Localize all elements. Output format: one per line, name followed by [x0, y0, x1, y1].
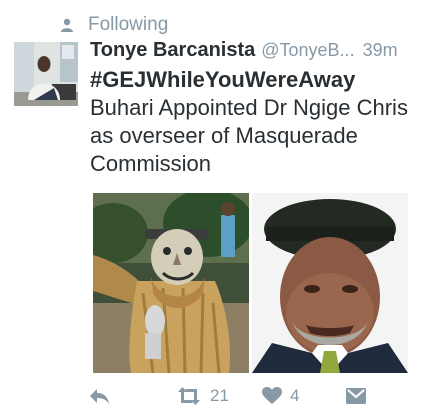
retweet-button[interactable]: 21 — [176, 382, 229, 410]
person-icon — [61, 18, 73, 32]
tweet-media[interactable] — [93, 193, 409, 373]
message-button[interactable] — [346, 382, 366, 410]
heart-icon — [262, 387, 282, 404]
tweet-text: #GEJWhileYouWereAway Buhari Appointed Dr… — [90, 66, 415, 178]
tweet-header: Tonye Barcanista @TonyeB... 39m — [90, 39, 418, 62]
social-context: Following — [60, 12, 168, 38]
following-label: Following — [88, 14, 169, 35]
timestamp[interactable]: 39m — [363, 40, 398, 61]
retweet-icon — [178, 387, 200, 405]
tweet-actions: 21 4 — [88, 382, 418, 410]
user-handle[interactable]: @TonyeB... — [261, 40, 354, 61]
avatar[interactable] — [14, 42, 78, 106]
display-name[interactable]: Tonye Barcanista — [90, 39, 255, 62]
hashtag-link[interactable]: #GEJWhileYouWereAway — [90, 66, 415, 94]
retweet-count: 21 — [210, 386, 229, 405]
like-count: 4 — [290, 386, 300, 405]
reply-button[interactable] — [88, 382, 110, 410]
message-icon — [346, 388, 366, 404]
like-button[interactable]: 4 — [262, 382, 299, 410]
tweet-body: Buhari Appointed Dr Ngige Chris as overs… — [90, 95, 408, 176]
masquerade-photo[interactable] — [93, 193, 249, 373]
portrait-photo[interactable] — [252, 193, 408, 373]
reply-icon — [90, 389, 109, 404]
